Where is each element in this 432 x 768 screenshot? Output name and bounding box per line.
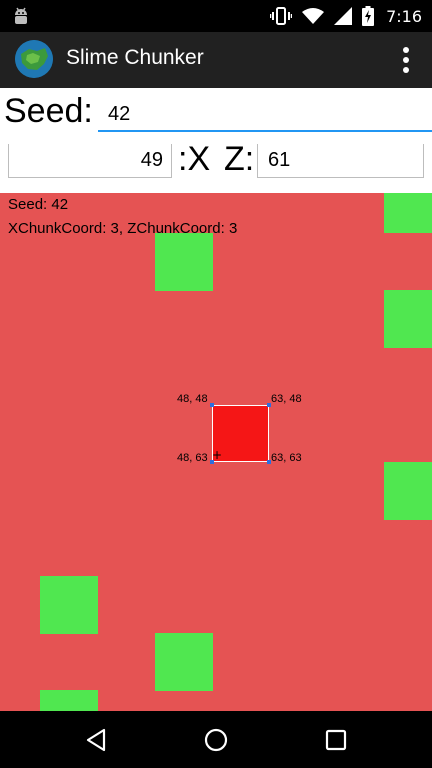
slime-chunk [384, 193, 432, 233]
signal-icon [334, 7, 353, 25]
status-bar: 7:16 [0, 0, 432, 32]
chunk-coord-info-text: XChunkCoord: 3, ZChunkCoord: 3 [8, 220, 238, 237]
x-coordinate-input[interactable] [8, 144, 172, 178]
slime-chunk [155, 633, 213, 691]
slime-chunk [40, 690, 98, 711]
slime-chunk [384, 462, 432, 520]
wifi-icon [302, 8, 325, 24]
app-title: Slime Chunker [66, 46, 204, 69]
status-time: 7:16 [386, 6, 422, 26]
corner-label-top-right: 63, 48 [271, 393, 302, 405]
slime-app-icon [15, 40, 53, 78]
seed-input[interactable] [98, 98, 432, 132]
navigation-bar [0, 711, 432, 768]
x-label: :X [178, 140, 211, 178]
overflow-menu-icon[interactable] [402, 46, 410, 74]
corner-label-bottom-right: 63, 63 [271, 452, 302, 464]
crosshair-marker: + [212, 448, 223, 462]
seed-row: Seed: [0, 88, 432, 138]
corner-label-bottom-left: 48, 63 [177, 452, 208, 464]
z-coordinate-input[interactable] [257, 144, 424, 178]
slime-chunk [40, 576, 98, 634]
corner-label-top-left: 48, 48 [177, 393, 208, 405]
battery-charging-icon [362, 6, 375, 26]
slime-chunk [155, 233, 213, 291]
android-notification-icon [15, 7, 27, 24]
coordinate-row: :X Z: [0, 138, 432, 193]
chunk-map[interactable]: Seed: 42 XChunkCoord: 3, ZChunkCoord: 3 … [0, 193, 432, 711]
z-label: Z: [224, 140, 255, 178]
seed-info-text: Seed: 42 [8, 196, 69, 213]
recent-apps-icon[interactable] [321, 725, 351, 755]
vibrate-icon [270, 7, 293, 25]
corner-marker [210, 403, 214, 407]
seed-label: Seed: [4, 92, 93, 130]
home-icon[interactable] [201, 725, 231, 755]
slime-chunk [384, 290, 432, 348]
back-icon[interactable] [82, 725, 112, 755]
app-bar: Slime Chunker [0, 32, 432, 88]
